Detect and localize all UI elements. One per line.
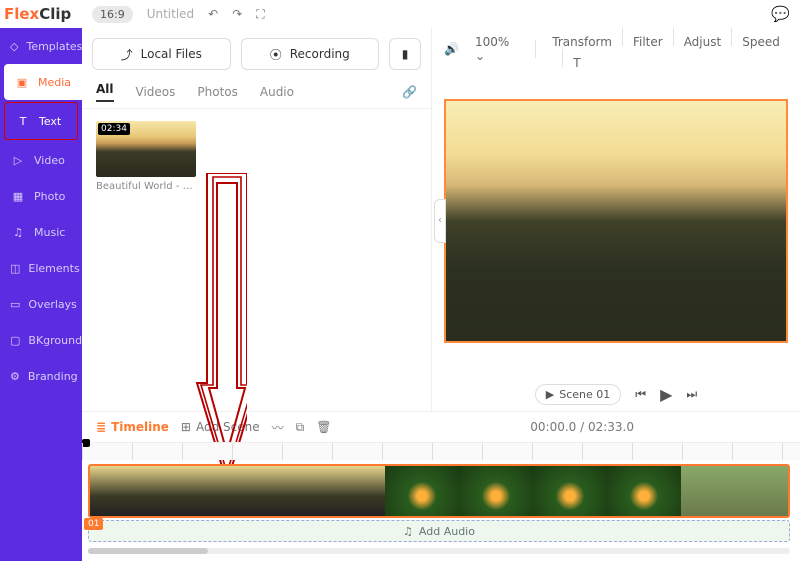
media-thumbnail[interactable]: 02:34 Beautiful World - W...].mp4 xyxy=(96,121,196,192)
prev-icon[interactable]: ⏮ xyxy=(635,387,646,402)
preview-area: 🔊 100% ⌄ Transform Filter Adjust Speed T ‹ ▶… xyxy=(432,28,800,411)
toolbar-t[interactable]: T xyxy=(573,56,580,70)
sidebar-item-video[interactable]: ▷ Video xyxy=(0,142,82,178)
logo: FlexClip xyxy=(0,0,82,28)
clip-index: 01 xyxy=(84,518,103,530)
add-scene-button[interactable]: ⊞Add Scene xyxy=(181,420,260,434)
playhead[interactable] xyxy=(82,439,90,447)
volume-icon[interactable]: 🔊 xyxy=(444,42,459,56)
upload-icon: ⤴ xyxy=(121,46,133,63)
tab-videos[interactable]: Videos xyxy=(136,85,176,99)
media-panel: ⤴Local Files ⦿Recording ▮ All Videos Photo… xyxy=(82,28,432,411)
media-icon: ▣ xyxy=(14,74,30,90)
delete-icon[interactable]: 🗑 xyxy=(316,420,331,434)
chat-icon[interactable]: 💬 xyxy=(771,5,790,23)
sidebar-item-label: Overlays xyxy=(28,298,77,311)
toolbar-filter[interactable]: Filter xyxy=(633,35,663,49)
add-audio-button[interactable]: ♫Add Audio xyxy=(88,520,790,542)
panel-collapse-handle[interactable]: ‹ xyxy=(434,199,446,243)
timeline-icon: ≣ xyxy=(96,420,106,434)
media-tabs: All Videos Photos Audio 🔗 xyxy=(82,76,431,109)
templates-icon: ◇ xyxy=(10,38,18,54)
fullscreen-icon[interactable]: ⛶ xyxy=(256,7,264,22)
sidebar-item-bkground[interactable]: ▢ BKground xyxy=(0,322,82,358)
project-title[interactable]: Untitled xyxy=(147,7,194,21)
phone-button[interactable]: ▮ xyxy=(389,38,421,70)
photo-icon: ▦ xyxy=(10,188,26,204)
sidebar-item-label: Video xyxy=(34,154,65,167)
tab-all[interactable]: All xyxy=(96,82,114,102)
video-preview[interactable] xyxy=(446,101,786,341)
thumbnail-duration: 02:34 xyxy=(98,123,130,135)
topbar: 16:9 Untitled ↶ ↷ ⛶ 💬 xyxy=(82,0,800,28)
sidebar-item-elements[interactable]: ◫ Elements xyxy=(0,250,82,286)
bkground-icon: ▢ xyxy=(10,332,20,348)
sidebar-item-templates[interactable]: ◇ Templates xyxy=(0,28,82,64)
plus-icon: ⊞ xyxy=(181,420,191,434)
next-icon[interactable]: ⏭ xyxy=(686,387,697,402)
sidebar-item-label: Templates xyxy=(26,40,82,53)
sidebar-item-label: Media xyxy=(38,76,71,89)
toolbar-speed[interactable]: Speed xyxy=(742,35,780,49)
elements-icon: ◫ xyxy=(10,260,20,276)
scrollbar-thumb[interactable] xyxy=(88,548,208,554)
toolbar-transform[interactable]: Transform xyxy=(552,35,612,49)
play-icon: ▶ xyxy=(546,388,554,401)
redo-icon[interactable]: ↷ xyxy=(232,7,242,21)
sidebar-item-overlays[interactable]: ▭ Overlays xyxy=(0,286,82,322)
timeline: ≣Timeline ⊞Add Scene 〰 ⧉ 🗑 00:00.0 / 02:… xyxy=(82,411,800,561)
text-icon: T xyxy=(15,113,31,129)
link-off-icon[interactable]: 🔗 xyxy=(402,85,417,99)
branding-icon: ⚙ xyxy=(10,368,20,384)
scene-button[interactable]: ▶Scene 01 xyxy=(535,384,622,405)
recording-button[interactable]: ⦿Recording xyxy=(241,38,380,70)
sidebar-item-label: Text xyxy=(39,115,61,128)
undo-icon[interactable]: ↶ xyxy=(208,7,218,21)
video-track[interactable] xyxy=(88,464,790,518)
sidebar-item-text[interactable]: T Text xyxy=(4,102,78,140)
timeline-scrollbar[interactable] xyxy=(88,548,790,554)
sidebar-item-media[interactable]: ▣ Media xyxy=(4,64,82,100)
play-button[interactable]: ▶ xyxy=(660,385,672,404)
timeline-mode-button[interactable]: ≣Timeline xyxy=(96,420,169,434)
local-files-button[interactable]: ⤴Local Files xyxy=(92,38,231,70)
overlays-icon: ▭ xyxy=(10,296,20,312)
copy-icon[interactable]: ⧉ xyxy=(296,420,305,435)
sidebar-item-branding[interactable]: ⚙ Branding xyxy=(0,358,82,394)
thumbnail-name: Beautiful World - W...].mp4 xyxy=(96,181,196,192)
toolbar-adjust[interactable]: Adjust xyxy=(684,35,722,49)
zoom-level[interactable]: 100% ⌄ xyxy=(475,35,519,63)
tab-photos[interactable]: Photos xyxy=(197,85,237,99)
phone-icon: ▮ xyxy=(402,47,409,61)
sidebar-item-label: Music xyxy=(34,226,65,239)
music-icon: ♫ xyxy=(10,224,26,240)
sidebar-item-music[interactable]: ♫ Music xyxy=(0,214,82,250)
record-icon: ⦿ xyxy=(270,46,282,63)
timeline-ruler[interactable] xyxy=(82,442,800,460)
sidebar-item-label: Elements xyxy=(28,262,79,275)
sidebar-item-photo[interactable]: ▦ Photo xyxy=(0,178,82,214)
sidebar-item-label: Branding xyxy=(28,370,78,383)
aspect-ratio-badge[interactable]: 16:9 xyxy=(92,6,133,23)
time-display: 00:00.0 / 02:33.0 xyxy=(530,420,634,434)
tab-audio[interactable]: Audio xyxy=(260,85,294,99)
split-icon[interactable]: 〰 xyxy=(272,419,284,436)
music-note-icon: ♫ xyxy=(403,525,413,538)
playback-controls: ▶Scene 01 ⏮ ▶ ⏭ xyxy=(432,377,800,411)
sidebar-item-label: BKground xyxy=(28,334,82,347)
video-icon: ▷ xyxy=(10,152,26,168)
sidebar-item-label: Photo xyxy=(34,190,65,203)
